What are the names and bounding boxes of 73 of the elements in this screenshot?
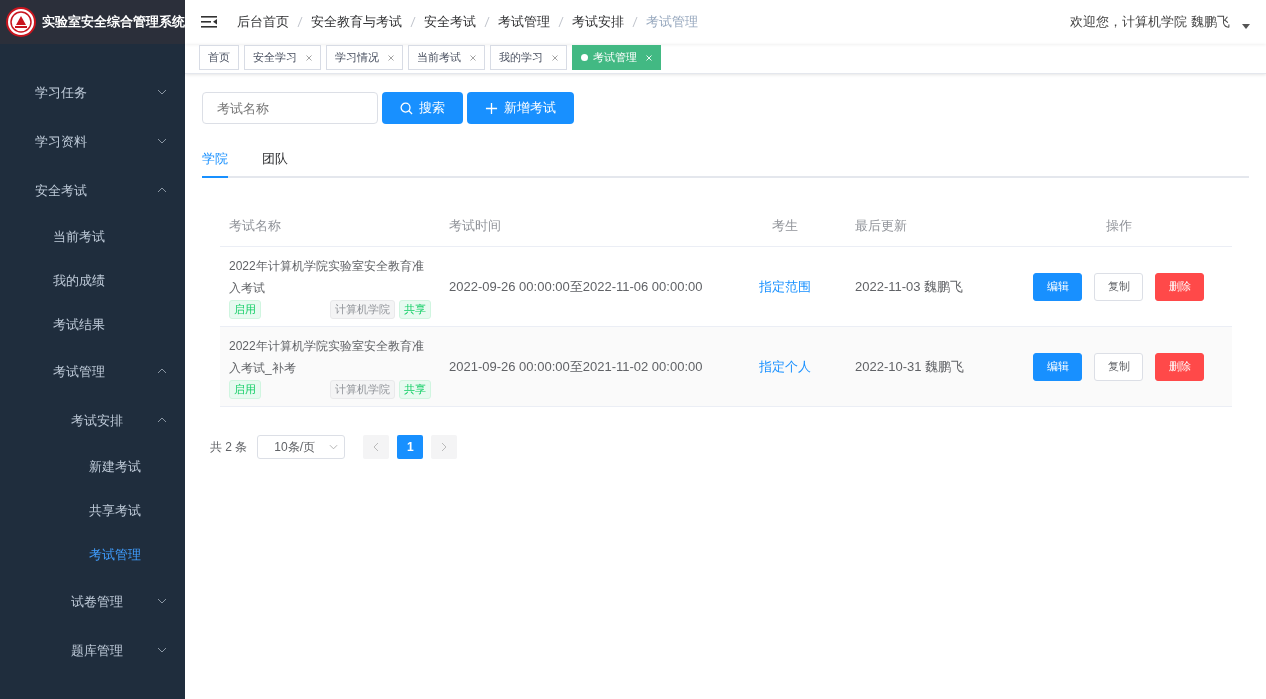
breadcrumb-link[interactable]: 安全教育与考试 bbox=[311, 13, 402, 31]
close-icon[interactable] bbox=[552, 54, 558, 61]
page-tab[interactable]: 学习情况 bbox=[326, 45, 403, 70]
exam-name: 2022年计算机学院实验室安全教育准入考试_补考 bbox=[229, 337, 425, 377]
menu-item[interactable]: 考试管理 bbox=[0, 347, 185, 396]
chevron-left-icon bbox=[373, 442, 380, 452]
plus-icon bbox=[485, 101, 498, 115]
college-tag: 计算机学院 bbox=[330, 379, 395, 399]
menu-item[interactable]: 试卷管理 bbox=[0, 577, 185, 626]
chevron-right-icon bbox=[441, 442, 448, 452]
column-header: 操作 bbox=[1104, 217, 1133, 235]
page-tab[interactable]: 安全学习 bbox=[244, 45, 321, 70]
menu-item[interactable]: 题库管理 bbox=[0, 626, 185, 675]
page-tab[interactable]: 我的学习 bbox=[490, 45, 567, 70]
breadcrumb-link[interactable]: 考试管理 bbox=[498, 13, 550, 31]
shared-tag: 共享 bbox=[399, 299, 431, 319]
menu-item[interactable]: 新建考试 bbox=[0, 445, 185, 489]
logo-icon bbox=[6, 7, 36, 37]
menu-item[interactable]: 学习资料 bbox=[0, 117, 185, 166]
table-cell-text: 2022-10-31 魏鹏飞 bbox=[854, 357, 966, 376]
breadcrumb-separator bbox=[484, 16, 490, 28]
table-cell-text: 2022-09-26 00:00:00至2022-11-06 00:00:00 bbox=[448, 277, 704, 296]
close-icon[interactable] bbox=[470, 54, 476, 61]
breadcrumb-link[interactable]: 后台首页 bbox=[237, 13, 289, 31]
exam-name: 2022年计算机学院实验室安全教育准入考试 bbox=[229, 257, 425, 297]
page-size-select[interactable]: 10条/页 bbox=[257, 435, 346, 459]
breadcrumb-separator bbox=[558, 16, 564, 28]
column-header: 考试时间 bbox=[448, 217, 502, 235]
column-header: 考试名称 bbox=[228, 217, 282, 235]
menu-item[interactable]: 当前考试 bbox=[0, 215, 185, 259]
table-cell-text: 2022-11-03 魏鹏飞 bbox=[854, 277, 965, 296]
search-icon bbox=[400, 101, 413, 115]
chevron-icon bbox=[157, 187, 167, 193]
chevron-icon bbox=[157, 89, 167, 95]
page-tab[interactable]: 当前考试 bbox=[408, 45, 485, 70]
table-cell-text: 2021-09-26 00:00:00至2021-11-02 00:00:00 bbox=[448, 357, 704, 376]
shared-tag: 共享 bbox=[399, 379, 431, 399]
menu-item[interactable]: 共享考试 bbox=[0, 489, 185, 533]
breadcrumb-separator bbox=[297, 16, 303, 28]
menu-item[interactable]: 安全考试 bbox=[0, 166, 185, 215]
copy-button[interactable]: 复制 bbox=[1094, 352, 1143, 381]
chevron-icon bbox=[157, 417, 167, 423]
status-tag: 启用 bbox=[229, 379, 261, 399]
menu-item[interactable]: 考试管理 bbox=[0, 533, 185, 577]
chevron-icon bbox=[157, 598, 167, 604]
app-title: 实验室安全综合管理系统 bbox=[42, 13, 185, 31]
menu-icon[interactable] bbox=[201, 16, 217, 28]
caret-icon[interactable] bbox=[1242, 23, 1250, 29]
search-field[interactable]: 考试名称 bbox=[202, 92, 378, 124]
breadcrumb-separator bbox=[410, 16, 416, 28]
total-count: 共 2 条 bbox=[210, 438, 248, 456]
column-header: 考生 bbox=[771, 217, 799, 235]
breadcrumb-link[interactable]: 安全考试 bbox=[424, 13, 476, 31]
column-header: 最后更新 bbox=[854, 217, 908, 235]
chevron-icon bbox=[157, 138, 167, 144]
active-dot-icon bbox=[581, 54, 588, 61]
chevron-icon bbox=[157, 647, 167, 653]
menu-item[interactable]: 考试结果 bbox=[0, 303, 185, 347]
menu-item[interactable]: 学习任务 bbox=[0, 68, 185, 117]
menu-item[interactable]: 我的成绩 bbox=[0, 259, 185, 303]
college-tag: 计算机学院 bbox=[330, 299, 395, 319]
page-tab[interactable]: 首页 bbox=[199, 45, 239, 70]
user-greeting[interactable]: 欢迎您，计算机学院 魏鹏飞 bbox=[1070, 13, 1230, 31]
breadcrumb-link[interactable]: 考试安排 bbox=[572, 13, 624, 31]
chevron-icon bbox=[157, 368, 167, 374]
status-tag: 启用 bbox=[229, 299, 261, 319]
tab[interactable]: 团队 bbox=[262, 150, 288, 178]
breadcrumb-separator bbox=[632, 16, 638, 28]
menu-item[interactable]: 考试安排 bbox=[0, 396, 185, 445]
close-icon[interactable] bbox=[388, 54, 394, 61]
close-icon[interactable] bbox=[306, 54, 312, 61]
copy-button[interactable]: 复制 bbox=[1094, 272, 1143, 301]
chevron-icon bbox=[329, 444, 339, 450]
